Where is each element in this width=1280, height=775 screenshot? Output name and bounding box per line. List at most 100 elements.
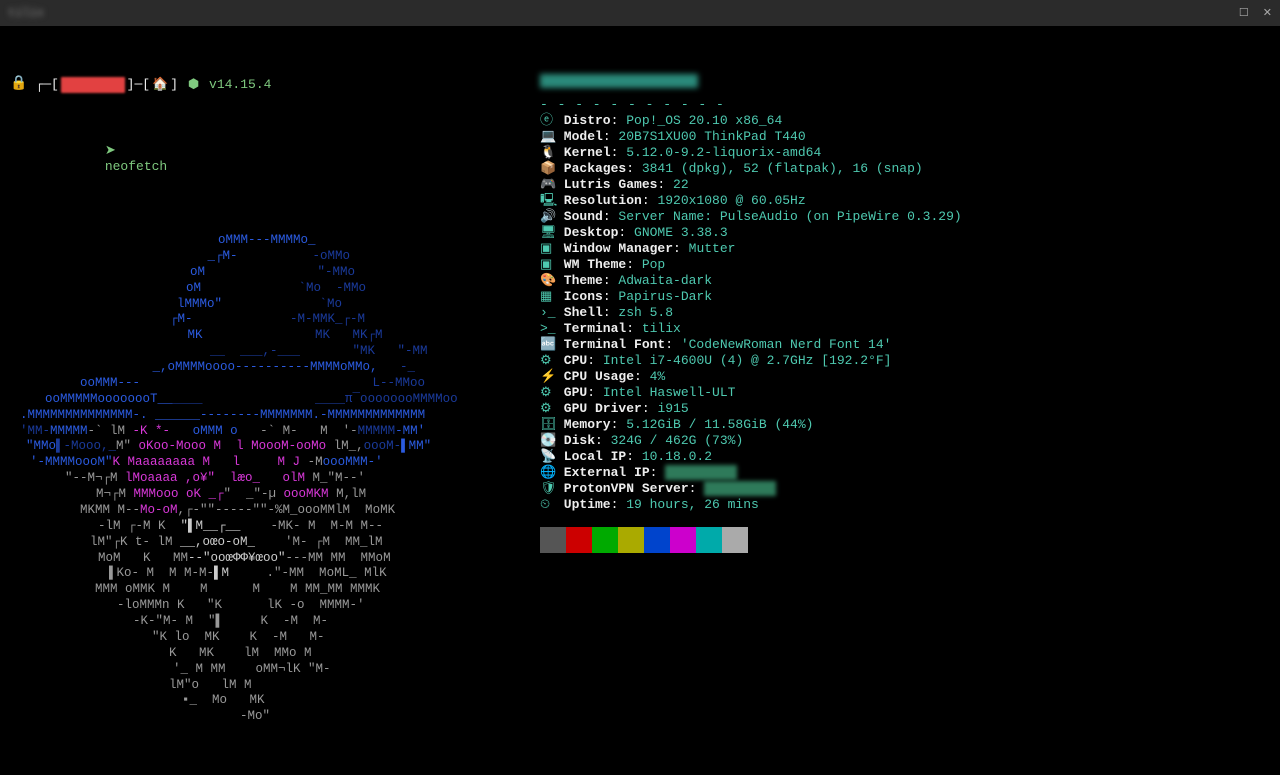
memory-icon: 🗄 <box>540 417 556 433</box>
prompt-arrow-icon: ➤ <box>105 143 132 158</box>
resolution-icon: 🖳 <box>540 193 556 209</box>
info-row: 🎮 Lutris Games: 22 <box>540 177 962 193</box>
packages-icon: 📦 <box>540 161 556 177</box>
shell-icon: ›_ <box>540 305 556 321</box>
node-version: v14.15.4 <box>209 77 271 93</box>
info-row: 🔤 Terminal Font: 'CodeNewRoman Nerd Font… <box>540 337 962 353</box>
local-ip-icon: 📡 <box>540 449 556 465</box>
info-value: Intel Haswell-ULT <box>603 385 736 400</box>
gpu-driver-icon: ⚙ <box>540 401 556 417</box>
command-line: ➤ neofetch <box>10 127 530 191</box>
terminal-icon: >_ <box>540 321 556 337</box>
command-text: neofetch <box>105 159 167 174</box>
info-label: Distro <box>556 113 611 128</box>
info-value: GNOME 3.38.3 <box>634 225 728 240</box>
info-label: Shell <box>556 305 603 320</box>
info-label: Icons <box>556 289 603 304</box>
info-row: ⓔ Distro: Pop!_OS 20.10 x86_64 <box>540 113 962 129</box>
header-divider: - - - - - - - - - - - <box>540 97 962 113</box>
prompt-line: 🔒 ┌─[ x ]─[ 🏠 ] ⬢ v14.15.4 <box>10 76 530 93</box>
info-value: xx <box>704 481 776 496</box>
info-label: External IP <box>556 465 650 480</box>
info-value: 5.12.0-9.2-liquorix-amd64 <box>626 145 821 160</box>
info-row: ▦ Icons: Papirus-Dark <box>540 289 962 305</box>
info-value: 19 hours, 26 mins <box>626 497 759 512</box>
info-label: Terminal Font <box>556 337 665 352</box>
info-label: Kernel <box>556 145 611 160</box>
info-row: ⚙ GPU Driver: i915 <box>540 401 962 417</box>
info-row: 🐧 Kernel: 5.12.0-9.2-liquorix-amd64 <box>540 145 962 161</box>
icons-icon: ▦ <box>540 289 556 305</box>
home-icon: 🏠 <box>152 77 168 93</box>
color-swatch <box>722 527 748 553</box>
left-column: 🔒 ┌─[ x ]─[ 🏠 ] ⬢ v14.15.4 ➤ neofetch oM… <box>10 44 530 757</box>
color-swatch <box>592 527 618 553</box>
info-value: 3841 (dpkg), 52 (flatpak), 16 (snap) <box>642 161 923 176</box>
info-value: xx <box>665 465 737 480</box>
sound-icon: 🔊 <box>540 209 556 225</box>
info-value: i915 <box>657 401 688 416</box>
info-label: Terminal <box>556 321 626 336</box>
protonvpn-server-icon: 🛡 <box>540 481 556 497</box>
info-label: ProtonVPN Server <box>556 481 689 496</box>
titlebar: tilix ☐ ✕ <box>0 0 1280 26</box>
info-value: Pop!_OS 20.10 x86_64 <box>626 113 782 128</box>
color-palette <box>540 527 962 553</box>
wm-theme-icon: ▣ <box>540 257 556 273</box>
color-swatch <box>696 527 722 553</box>
distro-icon: ⓔ <box>540 113 556 129</box>
terminal[interactable]: 🔒 ┌─[ x ]─[ 🏠 ] ⬢ v14.15.4 ➤ neofetch oM… <box>0 26 1280 775</box>
info-row: 📦 Packages: 3841 (dpkg), 52 (flatpak), 1… <box>540 161 962 177</box>
info-label: Resolution <box>556 193 642 208</box>
cpu-icon: ⚙ <box>540 353 556 369</box>
info-label: Memory <box>556 417 611 432</box>
info-row: ⚙ GPU: Intel Haswell-ULT <box>540 385 962 401</box>
info-row: ⏲ Uptime: 19 hours, 26 mins <box>540 497 962 513</box>
info-column: - - - - - - - - - - - ⓔ Distro: Pop!_OS … <box>530 44 962 757</box>
info-label: Lutris Games <box>556 177 657 192</box>
info-label: GPU Driver <box>556 401 642 416</box>
info-label: Desktop <box>556 225 618 240</box>
lutris-games-icon: 🎮 <box>540 177 556 193</box>
color-swatch <box>540 527 566 553</box>
disk-icon: 💽 <box>540 433 556 449</box>
info-label: WM Theme <box>556 257 626 272</box>
close-button[interactable]: ✕ <box>1263 6 1272 20</box>
info-value: 5.12GiB / 11.58GiB (44%) <box>626 417 813 432</box>
window-manager-icon: ▣ <box>540 241 556 257</box>
gpu-icon: ⚙ <box>540 385 556 401</box>
terminal-font-icon: 🔤 <box>540 337 556 353</box>
uptime-icon: ⏲ <box>540 497 556 513</box>
info-label: Disk <box>556 433 595 448</box>
info-label: Sound <box>556 209 603 224</box>
maximize-button[interactable]: ☐ <box>1239 6 1249 20</box>
info-label: Theme <box>556 273 603 288</box>
info-label: Model <box>556 129 603 144</box>
ascii-art: oMMM---MMMMo_ _┌M- -oMMooM "-MMooM `Mo -… <box>10 233 530 725</box>
info-row: 🛡 ProtonVPN Server: xx <box>540 481 962 497</box>
info-row: ›_ Shell: zsh 5.8 <box>540 305 962 321</box>
info-value: 22 <box>673 177 689 192</box>
info-value: Adwaita-dark <box>618 273 712 288</box>
prompt-bracket: ┌─[ <box>35 77 58 93</box>
cpu-usage-icon: ⚡ <box>540 369 556 385</box>
info-label: Packages <box>556 161 626 176</box>
info-label: Local IP <box>556 449 626 464</box>
info-row: ▣ WM Theme: Pop <box>540 257 962 273</box>
info-value: 20B7S1XU00 ThinkPad T440 <box>618 129 805 144</box>
info-row: 🎨 Theme: Adwaita-dark <box>540 273 962 289</box>
info-value: Server Name: PulseAudio (on PipeWire 0.3… <box>618 209 961 224</box>
theme-icon: 🎨 <box>540 273 556 289</box>
info-row: 💽 Disk: 324G / 462G (73%) <box>540 433 962 449</box>
info-value: Pop <box>642 257 665 272</box>
node-icon: ⬢ <box>188 77 207 93</box>
info-value: 1920x1080 @ 60.05Hz <box>657 193 805 208</box>
info-label: GPU <box>556 385 587 400</box>
info-row: 🗄 Memory: 5.12GiB / 11.58GiB (44%) <box>540 417 962 433</box>
model-icon: 💻 <box>540 129 556 145</box>
info-row: 📡 Local IP: 10.18.0.2 <box>540 449 962 465</box>
info-label: CPU Usage <box>556 369 634 384</box>
desktop-icon: 🖥 <box>540 225 556 241</box>
external-ip-icon: 🌐 <box>540 465 556 481</box>
info-row: ⚡ CPU Usage: 4% <box>540 369 962 385</box>
